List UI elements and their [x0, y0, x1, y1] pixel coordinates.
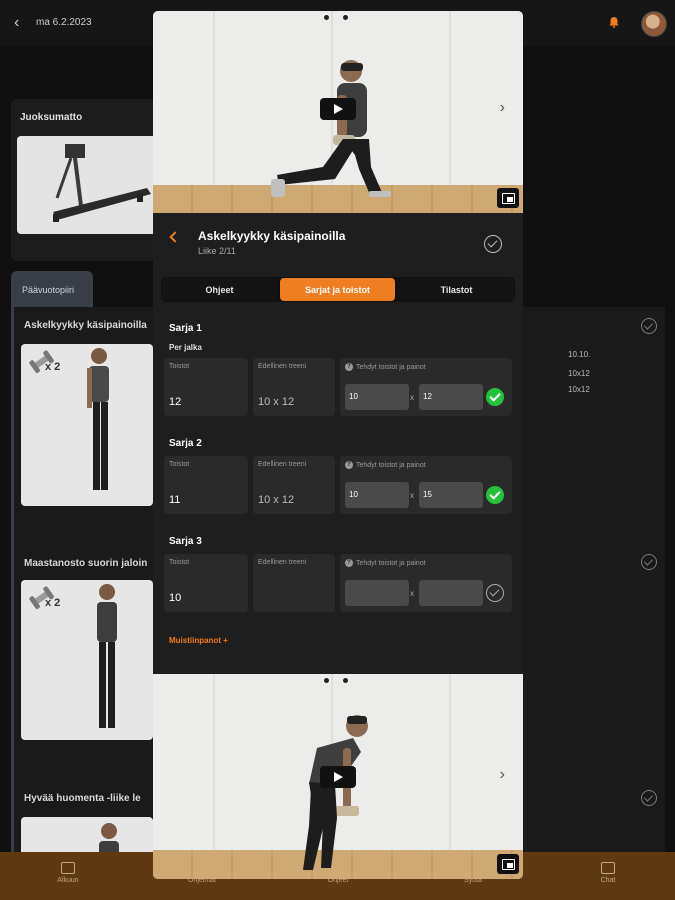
chevron-right-icon[interactable]: ›: [500, 766, 505, 784]
exercise-image: x 2: [21, 580, 153, 740]
back-arrow-icon[interactable]: [169, 231, 181, 243]
help-icon[interactable]: ?: [345, 461, 353, 469]
exercise-title: Maastanosto suorin jaloin: [24, 558, 148, 569]
next-exercise-video[interactable]: ›: [153, 674, 523, 879]
done-weight-input[interactable]: 12: [419, 384, 483, 410]
deadlift-figure: [303, 715, 368, 870]
set-title: Sarja 1: [169, 323, 202, 334]
nav-label: Alkuun: [57, 877, 79, 884]
back-icon[interactable]: ‹: [14, 14, 19, 32]
exercise-title: Askelkyykky käsipainoilla: [198, 229, 346, 243]
previous-value: 10 x 12: [258, 494, 295, 506]
times-sign: x: [410, 589, 414, 598]
previous-box: Edellinen treeni 10 x 12: [253, 456, 335, 514]
picture-in-picture-icon[interactable]: [497, 188, 519, 208]
done-label-text: Tehdyt toistot ja painot: [356, 363, 426, 371]
set-title: Sarja 2: [169, 438, 202, 449]
done-reps-input[interactable]: 10: [345, 482, 409, 508]
lunge-figure: [271, 60, 391, 197]
stats-date: 10.10.: [568, 350, 591, 359]
stats-value: 10x12: [568, 385, 590, 394]
exercise-title: Hyvää huomenta -liike le: [24, 793, 141, 804]
done-box: ? Tehdyt toistot ja painot x: [340, 554, 512, 612]
reps-value: 12: [169, 396, 182, 408]
reps-value: 11: [169, 494, 181, 506]
exercise-video[interactable]: ›: [153, 11, 523, 213]
home-icon: [61, 862, 75, 874]
done-label-text: Tehdyt toistot ja painot: [356, 461, 426, 469]
exercise-image: x 2: [21, 344, 153, 506]
exercise-done-icon[interactable]: [641, 318, 657, 334]
reps-value: 10: [169, 592, 182, 604]
check-circle-icon[interactable]: [486, 486, 504, 504]
help-icon[interactable]: ?: [345, 363, 353, 371]
multiplier-text: x 2: [45, 597, 60, 609]
help-icon[interactable]: ?: [345, 559, 353, 567]
chevron-right-icon[interactable]: ›: [500, 99, 505, 117]
nav-item-home[interactable]: Alkuun: [38, 862, 98, 884]
previous-box: Edellinen treeni 10 x 12: [253, 358, 335, 416]
tab-instructions[interactable]: Ohjeet: [162, 278, 277, 301]
exercise-image: [21, 817, 153, 857]
times-sign: x: [410, 393, 414, 402]
tab-bar: Ohjeet Sarjat ja toistot Tilastot: [161, 277, 515, 302]
done-label-text: Tehdyt toistot ja painot: [356, 559, 426, 567]
avatar[interactable]: [641, 11, 667, 37]
multiplier-text: x 2: [45, 361, 60, 373]
done-label: ? Tehdyt toistot ja painot: [345, 363, 426, 371]
bell-icon[interactable]: [608, 16, 620, 28]
notes-link[interactable]: Muistiinpanot +: [169, 636, 228, 645]
chat-icon: [601, 862, 615, 874]
previous-label: Edellinen treeni: [258, 461, 307, 468]
check-circle-icon[interactable]: [486, 388, 504, 406]
exercise-done-icon[interactable]: [641, 554, 657, 570]
reps-label: Toistot: [169, 363, 190, 370]
nav-label: Chat: [600, 877, 616, 884]
tab-stats[interactable]: Tilastot: [399, 278, 514, 301]
done-box: ? Tehdyt toistot ja painot 10 x 12: [340, 358, 512, 416]
carousel-dots: [324, 678, 348, 683]
done-label: ? Tehdyt toistot ja painot: [345, 461, 426, 469]
reps-box: Toistot 12: [164, 358, 248, 416]
exercise-done-icon[interactable]: [641, 790, 657, 806]
carousel-dots: [324, 15, 348, 20]
stats-value: 10x12: [568, 369, 590, 378]
done-box: ? Tehdyt toistot ja painot 10 x 15: [340, 456, 512, 514]
done-weight-input[interactable]: [419, 580, 483, 606]
per-side-label: Per jalka: [169, 343, 202, 352]
reps-label: Toistot: [169, 461, 190, 468]
treadmill-image: [17, 136, 157, 234]
tab-sets-reps[interactable]: Sarjat ja toistot: [280, 278, 395, 301]
picture-in-picture-icon[interactable]: [497, 854, 519, 874]
tab-main-label: Päävuotopiiri: [22, 285, 75, 295]
exercise-title: Askelkyykky käsipainoilla: [24, 320, 147, 331]
exercise-progress: Liike 2/11: [198, 246, 236, 256]
previous-value: 10 x 12: [258, 396, 295, 408]
nav-item-chat[interactable]: Chat: [578, 862, 638, 884]
check-circle-icon[interactable]: [486, 584, 504, 602]
exercise-header: Askelkyykky käsipainoilla Liike 2/11: [153, 213, 523, 273]
reps-box: Toistot 10: [164, 554, 248, 612]
done-reps-input[interactable]: [345, 580, 409, 606]
check-circle-icon[interactable]: [484, 235, 502, 253]
previous-box: Edellinen treeni: [253, 554, 335, 612]
set-title: Sarja 3: [169, 536, 202, 547]
times-sign: x: [410, 491, 414, 500]
reps-box: Toistot 11: [164, 456, 248, 514]
header-date: ma 6.2.2023: [36, 17, 92, 28]
play-icon[interactable]: [320, 98, 356, 120]
exercise-modal: › Askelkyykky käsipainoilla Liike 2/11 O…: [153, 11, 523, 879]
previous-label: Edellinen treeni: [258, 559, 307, 566]
cardio-card-title: Juoksumatto: [20, 112, 83, 123]
play-icon[interactable]: [320, 766, 356, 788]
previous-label: Edellinen treeni: [258, 363, 307, 370]
done-reps-input[interactable]: 10: [345, 384, 409, 410]
reps-label: Toistot: [169, 559, 190, 566]
done-weight-input[interactable]: 15: [419, 482, 483, 508]
done-label: ? Tehdyt toistot ja painot: [345, 559, 426, 567]
